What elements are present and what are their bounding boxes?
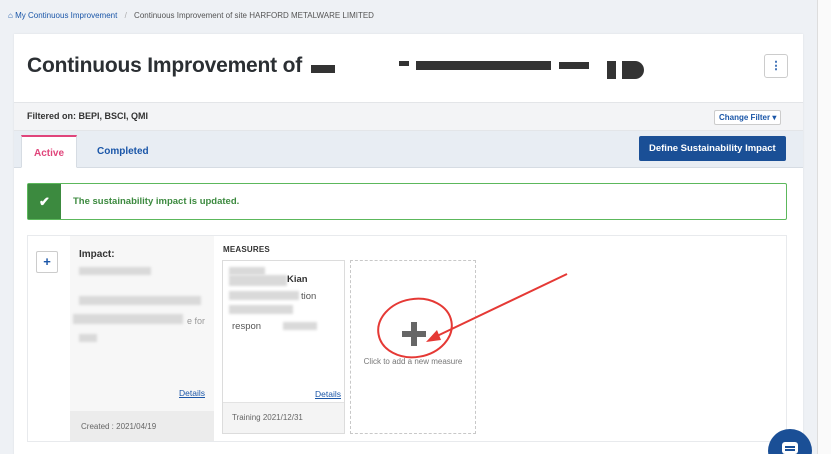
redacted-title-part: [311, 65, 335, 73]
redacted-title-part: [622, 61, 644, 79]
checkmark-icon: ✔: [28, 184, 61, 219]
breadcrumb: ⌂ My Continuous Improvement / Continuous…: [0, 0, 817, 34]
redacted-title-part: [559, 62, 589, 69]
blurred-text: [229, 305, 293, 314]
tab-bar: Active Completed Define Sustainability I…: [14, 131, 803, 168]
filter-bar: Filtered on: BEPI, BSCI, QMI Change Filt…: [14, 102, 803, 131]
blurred-text: [79, 296, 201, 305]
page-title: Continuous Improvement of: [27, 54, 302, 77]
home-icon: ⌂: [8, 11, 13, 20]
measure-card[interactable]: Kian tion respon Details Training 2021/1…: [222, 260, 345, 434]
blurred-text: [79, 267, 151, 275]
scrollbar[interactable]: [817, 0, 831, 454]
blurred-text: [229, 267, 265, 275]
chat-icon: [782, 442, 798, 454]
blurred-text: [229, 291, 299, 300]
tab-active[interactable]: Active: [21, 135, 78, 168]
impact-footer: Created : 2021/04/19: [70, 411, 214, 441]
success-alert: ✔ The sustainability impact is updated.: [27, 183, 787, 220]
redacted-title-part: [399, 61, 409, 66]
measure-training-date: Training 2021/12/31: [232, 413, 303, 422]
measure-text: respon: [232, 321, 262, 332]
blurred-text: [79, 334, 97, 342]
blurred-text: [73, 314, 183, 324]
kebab-menu-icon: ⋮: [770, 60, 782, 72]
measure-footer: Training 2021/12/31: [223, 402, 344, 433]
impact-title: Impact:: [79, 249, 115, 260]
define-sustainability-impact-button[interactable]: Define Sustainability Impact: [639, 136, 786, 161]
created-date: Created : 2021/04/19: [81, 422, 157, 431]
redacted-title-part: [416, 61, 551, 70]
breadcrumb-current: Continuous Improvement of site HARFORD M…: [134, 11, 374, 20]
add-measure-card[interactable]: Click to add a new measure: [350, 260, 476, 434]
alert-message: The sustainability impact is updated.: [73, 196, 240, 207]
measures-heading: MEASURES: [223, 245, 270, 254]
measure-text: Kian: [287, 274, 308, 285]
breadcrumb-separator: /: [124, 11, 127, 20]
filter-summary: Filtered on: BEPI, BSCI, QMI: [27, 111, 149, 121]
change-filter-button[interactable]: Change Filter ▾: [714, 110, 782, 125]
main-panel: Continuous Improvement of ⋮ Filtered on:…: [14, 34, 803, 454]
impact-column: Impact: e for Details Created : 2021/04/…: [70, 236, 214, 441]
measure-details-link[interactable]: Details: [315, 389, 341, 399]
expand-impact-button[interactable]: +: [36, 251, 58, 273]
tab-completed[interactable]: Completed: [85, 135, 161, 168]
redacted-title-part: [607, 61, 616, 79]
plus-icon: [402, 322, 426, 346]
add-measure-label: Click to add a new measure: [363, 357, 463, 366]
breadcrumb-home-link[interactable]: ⌂ My Continuous Improvement: [8, 11, 120, 20]
blurred-text: [283, 322, 317, 330]
impact-text-fragment: e for: [187, 316, 206, 326]
measure-text: tion: [301, 291, 317, 302]
impact-details-link[interactable]: Details: [179, 388, 205, 398]
blurred-text: [229, 275, 287, 286]
more-options-button[interactable]: ⋮: [764, 54, 788, 78]
impact-row: + Impact: e for Details Created : 2021/0…: [27, 235, 787, 442]
